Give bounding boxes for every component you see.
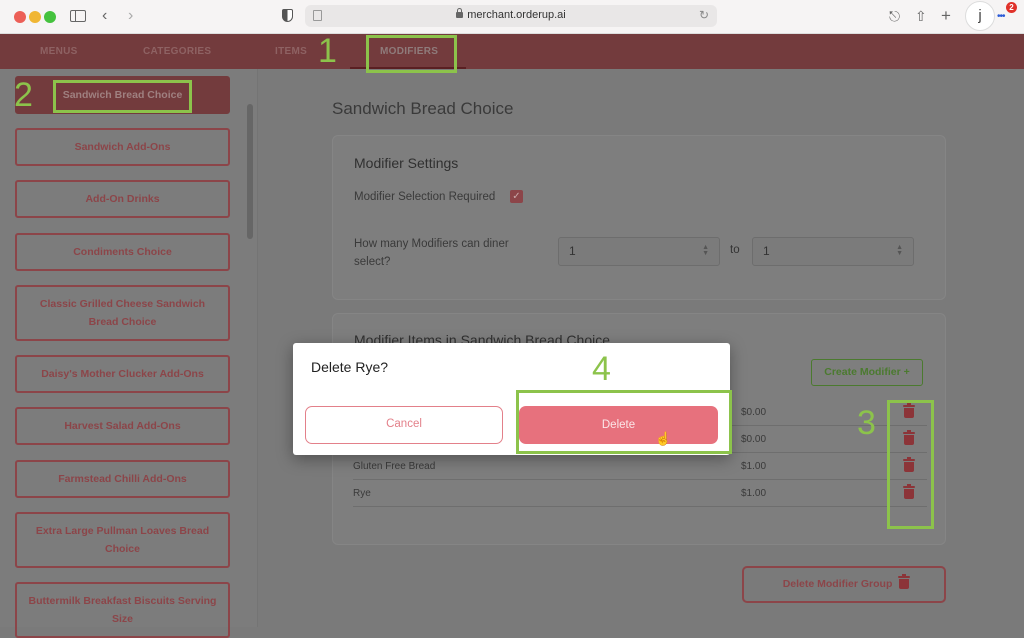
tab-categories[interactable]: CATEGORIES bbox=[143, 46, 211, 57]
sidebar-toggle-icon[interactable] bbox=[70, 10, 86, 22]
download-icon[interactable]: ⎋ bbox=[889, 6, 900, 26]
forward-arrow-icon[interactable]: › bbox=[128, 6, 133, 26]
minimize-window-button[interactable] bbox=[29, 11, 41, 23]
to-label: to bbox=[730, 244, 740, 256]
sidebar-scrollbar[interactable] bbox=[247, 104, 253, 239]
close-window-button[interactable] bbox=[14, 11, 26, 23]
sidebar-item-farmstead-chilli[interactable]: Farmstead Chilli Add-Ons bbox=[15, 460, 230, 498]
sidebar-item-extra-large-pullman[interactable]: Extra Large Pullman Loaves Bread Choice bbox=[15, 512, 230, 568]
maximize-window-button[interactable] bbox=[44, 11, 56, 23]
notification-badge: 2 bbox=[1006, 2, 1017, 13]
annotation-number: 4 bbox=[592, 350, 611, 388]
sidebar-item-add-on-drinks[interactable]: Add-On Drinks bbox=[15, 180, 230, 218]
sidebar-item-condiments-choice[interactable]: Condiments Choice bbox=[15, 233, 230, 271]
privacy-shield-icon[interactable] bbox=[282, 9, 293, 22]
modifier-price: $1.00 bbox=[741, 488, 767, 499]
sidebar-item-sandwich-add-ons[interactable]: Sandwich Add-Ons bbox=[15, 128, 230, 166]
lock-icon bbox=[456, 8, 464, 19]
sidebar-item-daisys-mother-clucker[interactable]: Daisy's Mother Clucker Add-Ons bbox=[15, 355, 230, 393]
selection-count-label: How many Modifiers can diner select? bbox=[354, 238, 509, 268]
settings-heading: Modifier Settings bbox=[354, 155, 459, 171]
page-title: Sandwich Bread Choice bbox=[332, 99, 514, 118]
annotation-number: 1 bbox=[318, 32, 337, 70]
profile-avatar[interactable]: j bbox=[965, 1, 995, 31]
stepper-icon[interactable]: ▲ ▼ bbox=[702, 244, 709, 257]
stepper-icon[interactable]: ▲ ▼ bbox=[896, 244, 903, 257]
address-bar[interactable]: merchant.orderup.ai ↻ bbox=[305, 5, 717, 27]
max-selection-value: 1 bbox=[763, 244, 770, 258]
extensions-icon[interactable]: ••• bbox=[997, 11, 1005, 22]
reload-icon[interactable]: ↻ bbox=[699, 8, 709, 22]
share-icon[interactable]: ⇧ bbox=[915, 6, 927, 26]
modifier-row: Rye $1.00 bbox=[353, 480, 927, 507]
annotation-box-sidebar-item bbox=[53, 80, 192, 113]
delete-group-label: Delete Modifier Group bbox=[782, 578, 893, 590]
tab-items[interactable]: ITEMS bbox=[275, 46, 307, 57]
annotation-number: 2 bbox=[14, 76, 33, 114]
modifier-row: Gluten Free Bread $1.00 bbox=[353, 453, 927, 480]
annotation-box-trash-icons bbox=[887, 400, 934, 529]
top-nav: MENUS CATEGORIES ITEMS MODIFIERS bbox=[0, 34, 1024, 69]
modifier-price: $1.00 bbox=[741, 461, 767, 472]
modifier-price: $0.00 bbox=[741, 407, 767, 418]
cancel-button[interactable]: Cancel bbox=[305, 406, 503, 444]
new-tab-icon[interactable]: + bbox=[941, 6, 951, 26]
modifier-group-list: Sandwich Bread Choice Sandwich Add-Ons A… bbox=[0, 69, 258, 638]
selection-required-label: Modifier Selection Required bbox=[354, 191, 496, 203]
annotation-box-modifiers-tab bbox=[366, 35, 457, 73]
browser-toolbar: ‹ › merchant.orderup.ai ↻ ⎋ ⇧ + j ••• 2 bbox=[0, 0, 1024, 34]
app-root: MENUS CATEGORIES ITEMS MODIFIERS Sandwic… bbox=[0, 34, 1024, 638]
selection-required-checkbox[interactable]: ✓ bbox=[510, 190, 523, 203]
modifier-name: Gluten Free Bread bbox=[353, 461, 436, 472]
sidebar-item-classic-grilled-cheese[interactable]: Classic Grilled Cheese Sandwich Bread Ch… bbox=[15, 285, 230, 341]
trash-icon bbox=[898, 574, 911, 589]
tab-menus[interactable]: MENUS bbox=[40, 46, 78, 57]
create-modifier-button[interactable]: Create Modifier + bbox=[811, 359, 923, 386]
min-selection-value: 1 bbox=[569, 244, 576, 258]
url-text: merchant.orderup.ai bbox=[467, 9, 566, 21]
min-selection-input[interactable]: 1 ▲ ▼ bbox=[558, 237, 720, 266]
sidebar-item-buttermilk-biscuits[interactable]: Buttermilk Breakfast Biscuits Serving Si… bbox=[15, 582, 230, 638]
annotation-box-delete-button bbox=[516, 390, 732, 454]
back-arrow-icon[interactable]: ‹ bbox=[102, 6, 107, 26]
annotation-number: 3 bbox=[857, 404, 876, 442]
modifier-name: Rye bbox=[353, 488, 371, 499]
modifier-price: $0.00 bbox=[741, 434, 767, 445]
max-selection-input[interactable]: 1 ▲ ▼ bbox=[752, 237, 914, 266]
delete-modifier-group-button[interactable]: Delete Modifier Group bbox=[742, 566, 946, 603]
dialog-title: Delete Rye? bbox=[311, 359, 389, 375]
modifier-settings-card: Modifier Settings Modifier Selection Req… bbox=[332, 135, 946, 300]
sidebar-item-harvest-salad[interactable]: Harvest Salad Add-Ons bbox=[15, 407, 230, 445]
